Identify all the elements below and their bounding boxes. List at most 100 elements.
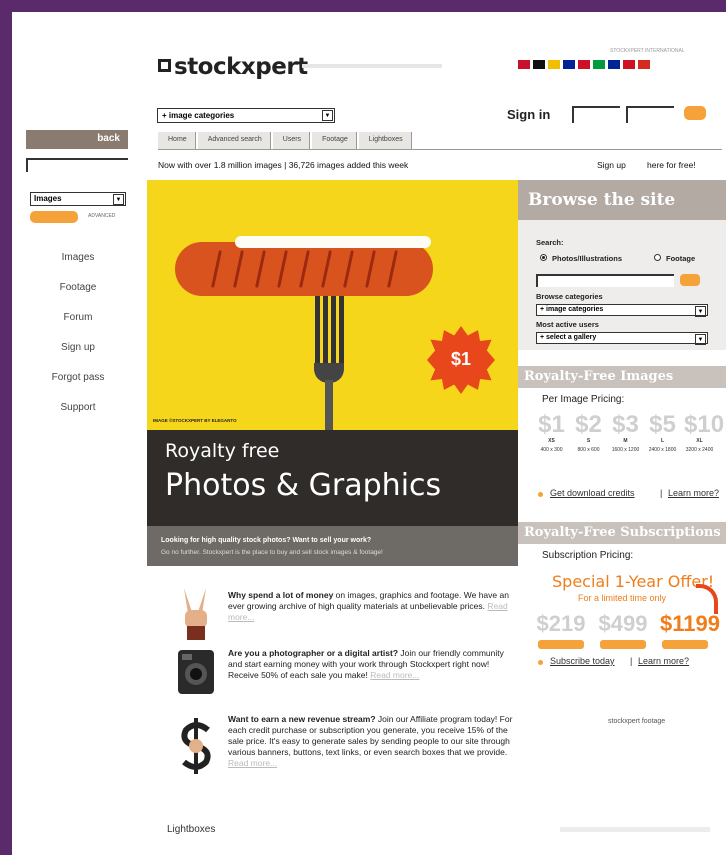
nav-item-footage[interactable]: Footage xyxy=(38,282,118,312)
username-input[interactable] xyxy=(572,106,620,123)
learn-more-link[interactable]: Learn more? xyxy=(668,488,719,498)
promo-affiliate: Want to earn a new revenue stream? Join … xyxy=(228,714,513,768)
media-type-select[interactable]: Images ▼ xyxy=(30,192,126,206)
image-credit: IMAGE ©STOCKXPERT BY ELEGANTO xyxy=(153,418,237,423)
browse-panel: Browse the site Search: Photos/Illustrat… xyxy=(518,180,726,350)
free-link[interactable]: here for free! xyxy=(647,160,696,170)
left-search-button[interactable] xyxy=(30,211,78,223)
nav-item-sign-up[interactable]: Sign up xyxy=(38,342,118,372)
promo-save-money: Why spend a lot of money on images, grap… xyxy=(228,590,509,622)
flag-icon[interactable] xyxy=(608,60,620,69)
learn-more-link[interactable]: Learn more? xyxy=(638,656,689,666)
tab-bar: Home Advanced search Users Footage Light… xyxy=(158,132,414,149)
login-button[interactable] xyxy=(684,106,706,120)
hero-tagline: Looking for high quality stock photos? W… xyxy=(161,537,372,544)
browse-search-input[interactable] xyxy=(536,274,674,287)
subscription-219[interactable]: $219 xyxy=(536,612,586,649)
radio-footage-label: Footage xyxy=(666,254,696,263)
link-separator: | xyxy=(630,656,633,666)
tab-advanced-search[interactable]: Advanced search xyxy=(197,132,271,149)
chevron-down-icon: ▼ xyxy=(695,334,706,345)
nav-item-forum[interactable]: Forum xyxy=(38,312,118,342)
browse-search-button[interactable] xyxy=(680,274,700,286)
hero-line1: Royalty free xyxy=(165,440,280,462)
hero-line2: Photos & Graphics xyxy=(165,468,442,503)
icing-graphic xyxy=(235,236,431,248)
link-separator: | xyxy=(660,488,663,498)
flag-icon[interactable] xyxy=(563,60,575,69)
buy-button[interactable] xyxy=(538,640,584,649)
price-xl[interactable]: $10 XL 3200 x 2400 xyxy=(684,412,724,454)
subscribe-today-link[interactable]: Subscribe today xyxy=(550,656,615,666)
tab-lightboxes[interactable]: Lightboxes xyxy=(358,132,412,149)
browse-categories-select[interactable]: + image categories ▼ xyxy=(536,304,708,317)
advanced-search-link[interactable]: ADVANCED xyxy=(88,213,115,219)
page-frame: stockxpert STOCKXPERT INTERNATIONAL + im… xyxy=(12,12,726,855)
nav-item-forgot-pass[interactable]: Forgot pass xyxy=(38,372,118,402)
limited-time: For a limited time only xyxy=(578,593,667,603)
nav-item-support[interactable]: Support xyxy=(38,402,118,432)
price-m[interactable]: $3 M 1600 x 1200 xyxy=(610,412,641,454)
sign-in-label: Sign in xyxy=(507,107,551,122)
stockxpert-footage-logo[interactable]: stockxpert footage xyxy=(608,718,665,725)
left-nav: Images Footage Forum Sign up Forgot pass… xyxy=(38,252,118,432)
image-price-list: $1 XS 400 x 300 $2 S 800 x 600 $3 M 1600 x 120… xyxy=(536,412,724,454)
flag-icon[interactable] xyxy=(593,60,605,69)
browse-heading: Browse the site xyxy=(518,180,726,220)
international-label: STOCKXPERT INTERNATIONAL xyxy=(610,48,685,54)
per-image-pricing: Per Image Pricing: xyxy=(542,394,625,405)
lightboxes-heading: Lightboxes xyxy=(167,824,216,835)
flag-icon[interactable] xyxy=(533,60,545,69)
chevron-down-icon: ▼ xyxy=(695,306,706,317)
subscription-499[interactable]: $499 xyxy=(598,612,648,649)
subscription-price-list: $219 $499 $1199 xyxy=(536,612,720,649)
search-label: Search: xyxy=(536,238,564,247)
subscription-pricing: Subscription Pricing: xyxy=(542,550,634,561)
tab-divider xyxy=(158,149,722,150)
category-select[interactable]: + image categories ▼ xyxy=(157,108,335,123)
price-s[interactable]: $2 S 800 x 600 xyxy=(573,412,604,454)
buy-button[interactable] xyxy=(662,640,708,649)
gallery-select[interactable]: + select a gallery ▼ xyxy=(536,332,708,345)
promo-photographer: Are you a photographer or a digital arti… xyxy=(228,648,504,680)
price-l[interactable]: $5 L 2400 x 1800 xyxy=(647,412,678,454)
dollar-icon xyxy=(181,718,211,774)
chevron-down-icon: ▼ xyxy=(113,194,124,205)
royalty-images-heading: Royalty-Free Images xyxy=(518,366,726,388)
tab-users[interactable]: Users xyxy=(272,132,311,149)
chevron-down-icon: ▼ xyxy=(322,110,333,121)
flag-icon[interactable] xyxy=(548,60,560,69)
left-search-input[interactable] xyxy=(26,158,128,172)
stockxpert-logo[interactable]: stockxpert xyxy=(158,54,308,80)
hero-image[interactable]: $1 IMAGE ©STOCKXPERT BY ELEGANTO xyxy=(147,180,518,430)
read-more-link[interactable]: Read more... xyxy=(370,670,419,680)
flag-icon[interactable] xyxy=(578,60,590,69)
fork-tine xyxy=(315,296,320,366)
fork-tine xyxy=(339,296,344,366)
fork-tine xyxy=(323,296,328,366)
subscriptions-heading: Royalty-Free Subscriptions xyxy=(518,522,726,544)
price-badge: $1 xyxy=(427,326,495,394)
tab-footage[interactable]: Footage xyxy=(312,132,357,149)
flag-icon[interactable] xyxy=(638,60,650,69)
curved-arrow-icon xyxy=(696,584,718,614)
sign-up-link[interactable]: Sign up xyxy=(597,160,626,170)
subscription-1199[interactable]: $1199 xyxy=(660,612,720,649)
radio-photos-label: Photos/Illustrations xyxy=(552,254,623,263)
flag-icon[interactable] xyxy=(623,60,635,69)
password-input[interactable] xyxy=(626,106,674,123)
hero-headline-panel: Royalty free Photos & Graphics xyxy=(147,430,518,526)
buy-button[interactable] xyxy=(600,640,646,649)
back-button[interactable]: back xyxy=(26,130,128,149)
radio-photos[interactable] xyxy=(540,254,547,261)
logo-icon xyxy=(158,59,171,72)
sausage-graphic xyxy=(175,242,433,296)
radio-footage[interactable] xyxy=(654,254,661,261)
tab-home[interactable]: Home xyxy=(158,132,196,149)
stats-text: Now with over 1.8 million images | 36,72… xyxy=(158,160,409,170)
read-more-link[interactable]: Read more... xyxy=(228,758,277,768)
download-credits-link[interactable]: Get download credits xyxy=(550,488,635,498)
price-xs[interactable]: $1 XS 400 x 300 xyxy=(536,412,567,454)
flag-icon[interactable] xyxy=(518,60,530,69)
nav-item-images[interactable]: Images xyxy=(38,252,118,282)
